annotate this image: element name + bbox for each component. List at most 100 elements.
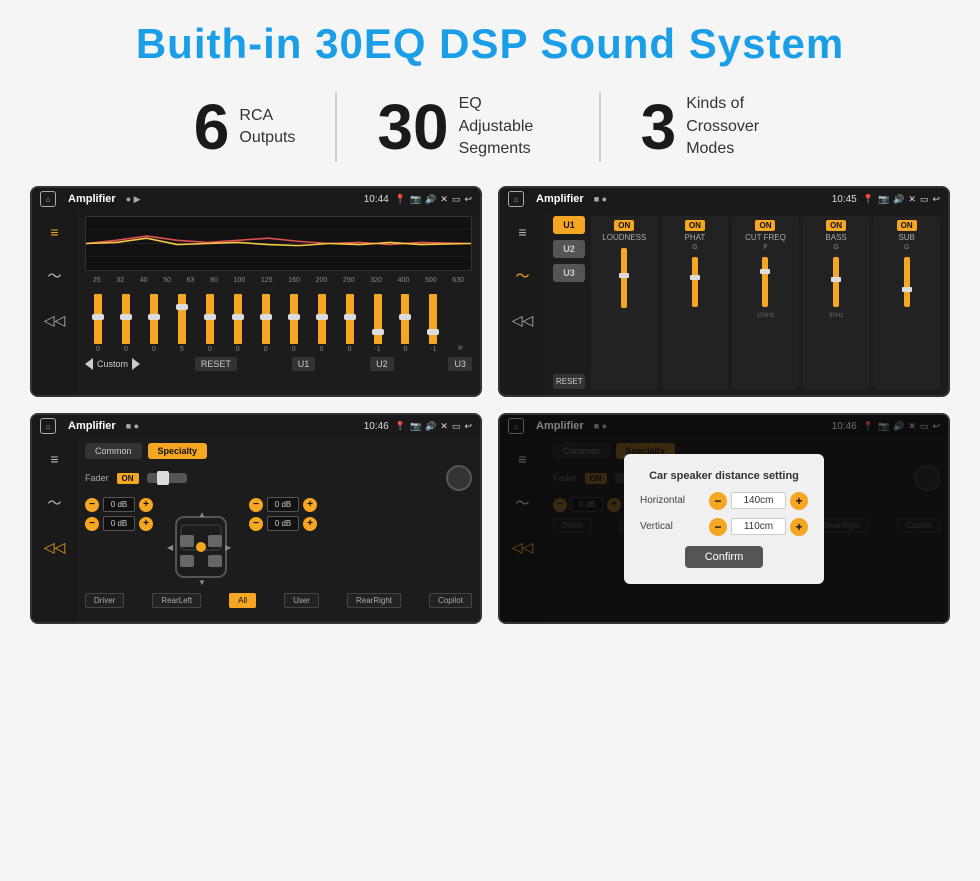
common-tab-3[interactable]: Common <box>85 443 142 459</box>
reset-btn-cross[interactable]: RESET <box>553 374 585 389</box>
bass-slider[interactable] <box>833 257 839 307</box>
slider-13[interactable] <box>429 294 437 344</box>
u2-button-1[interactable]: U2 <box>370 357 394 371</box>
next-button[interactable] <box>132 358 140 370</box>
u3-preset[interactable]: U3 <box>553 264 585 282</box>
loudness-panel: ON LOUDNESS <box>591 216 658 389</box>
plus-btn-1[interactable]: + <box>139 498 153 512</box>
specialty-tab-3[interactable]: Specialty <box>148 443 208 459</box>
minus-btn-3[interactable]: − <box>249 498 263 512</box>
all-btn-3[interactable]: All <box>229 593 256 608</box>
phat-panel: ON PHAT G <box>662 216 729 389</box>
freq-32: 32 <box>116 277 124 284</box>
reset-button-1[interactable]: RESET <box>195 357 237 371</box>
copilot-btn-3[interactable]: Copilot <box>429 593 472 608</box>
speaker-icon-2[interactable]: ◁◁ <box>509 306 537 334</box>
top-tabs-3: Common Specialty <box>85 443 472 459</box>
horizontal-value-group: − 140cm + <box>709 492 808 510</box>
loudness-slider[interactable] <box>621 248 627 308</box>
slider-10[interactable] <box>346 294 354 344</box>
svg-text:◀: ◀ <box>167 543 174 552</box>
eq-curve-svg <box>86 217 471 270</box>
plus-btn-2[interactable]: + <box>139 517 153 531</box>
slider-8[interactable] <box>290 294 298 344</box>
settings-icon[interactable] <box>446 465 472 491</box>
expand-icon[interactable]: » <box>457 342 463 353</box>
home-icon-3[interactable]: ⌂ <box>40 418 56 434</box>
dots-3: ■ ● <box>126 421 139 431</box>
cutfreq-slider[interactable] <box>762 257 768 307</box>
slider-6[interactable] <box>234 294 242 344</box>
on-badge-phat[interactable]: ON <box>685 220 705 231</box>
slider-2[interactable] <box>122 294 130 344</box>
slider-4[interactable] <box>178 294 186 344</box>
wave-icon-2[interactable]: 〜 <box>509 262 537 290</box>
slider-9[interactable] <box>318 294 326 344</box>
slider-11[interactable] <box>374 294 382 344</box>
slider-col-13: -1 <box>429 294 437 353</box>
u1-button-1[interactable]: U1 <box>292 357 316 371</box>
speaker-icon-3[interactable]: ◁◁ <box>41 533 69 561</box>
minus-btn-2[interactable]: − <box>85 517 99 531</box>
freq-500: 500 <box>425 277 437 284</box>
fader-slider[interactable] <box>147 473 187 483</box>
rearright-btn-3[interactable]: RearRight <box>347 593 401 608</box>
vertical-plus[interactable]: + <box>790 518 808 536</box>
user-btn-3[interactable]: User <box>284 593 319 608</box>
eq-bottom: Custom RESET U1 U2 U3 <box>85 357 472 371</box>
sub-panel: ON SUB G <box>873 216 940 389</box>
screen-content-3: ≡ 〜 ◁◁ Common Specialty Fader ON <box>32 437 480 622</box>
home-icon-2[interactable]: ⌂ <box>508 191 524 207</box>
confirm-button[interactable]: Confirm <box>685 546 764 568</box>
u2-preset[interactable]: U2 <box>553 240 585 258</box>
stat-crossover-text: Kinds of Crossover Modes <box>686 93 786 160</box>
slider-5[interactable] <box>206 294 214 344</box>
slider-1[interactable] <box>94 294 102 344</box>
speaker-body: − 0 dB + − 0 dB + <box>85 497 472 587</box>
camera-icon-3: 📷 <box>410 421 421 432</box>
car-diagram: ▲ ▼ ◀ ▶ <box>161 497 241 587</box>
horizontal-minus[interactable]: − <box>709 492 727 510</box>
freq-25: 25 <box>93 277 101 284</box>
minimize-icon-1: ▭ <box>452 194 461 205</box>
bass-panel: ON BASS G 90Hz <box>803 216 870 389</box>
stat-eq-number: 30 <box>377 95 448 159</box>
eq-graph <box>85 216 472 271</box>
home-icon-1[interactable]: ⌂ <box>40 191 56 207</box>
slider-12[interactable] <box>401 294 409 344</box>
vertical-minus[interactable]: − <box>709 518 727 536</box>
phat-slider[interactable] <box>692 257 698 307</box>
u3-button-1[interactable]: U3 <box>448 357 472 371</box>
status-bar-2: ⌂ Amplifier ■ ● 10:45 📍 📷 🔊 ✕ ▭ ↩ <box>500 188 948 210</box>
rearleft-btn-3[interactable]: RearLeft <box>152 593 201 608</box>
on-badge-loudness[interactable]: ON <box>614 220 634 231</box>
vol-row-4: − 0 dB + <box>249 516 317 531</box>
speaker-icon-1[interactable]: ◁◁ <box>41 306 69 334</box>
dialog-overlay: Car speaker distance setting Horizontal … <box>500 415 948 622</box>
wave-icon[interactable]: 〜 <box>41 262 69 290</box>
on-badge-sub[interactable]: ON <box>897 220 917 231</box>
plus-btn-4[interactable]: + <box>303 517 317 531</box>
on-badge-cutfreq[interactable]: ON <box>755 220 775 231</box>
eq-icon-3[interactable]: ≡ <box>41 445 69 473</box>
minus-btn-4[interactable]: − <box>249 517 263 531</box>
sub-slider[interactable] <box>904 257 910 307</box>
car-svg: ▲ ▼ ◀ ▶ <box>166 497 236 587</box>
prev-button[interactable] <box>85 358 93 370</box>
wave-icon-3[interactable]: 〜 <box>41 489 69 517</box>
driver-btn-3[interactable]: Driver <box>85 593 124 608</box>
page-wrapper: Buith-in 30EQ DSP Sound System 6 RCA Out… <box>0 0 980 881</box>
location-icon-3: 📍 <box>395 421 406 432</box>
slider-3[interactable] <box>150 294 158 344</box>
on-badge-bass[interactable]: ON <box>826 220 846 231</box>
eq-icon-2[interactable]: ≡ <box>509 218 537 246</box>
plus-btn-3[interactable]: + <box>303 498 317 512</box>
slider-7[interactable] <box>262 294 270 344</box>
freq-40: 40 <box>140 277 148 284</box>
horizontal-plus[interactable]: + <box>790 492 808 510</box>
minus-btn-1[interactable]: − <box>85 498 99 512</box>
fader-on-toggle[interactable]: ON <box>117 473 139 484</box>
u1-preset[interactable]: U1 <box>553 216 585 234</box>
eq-icon[interactable]: ≡ <box>41 218 69 246</box>
vol-display-4: 0 dB <box>267 516 299 531</box>
